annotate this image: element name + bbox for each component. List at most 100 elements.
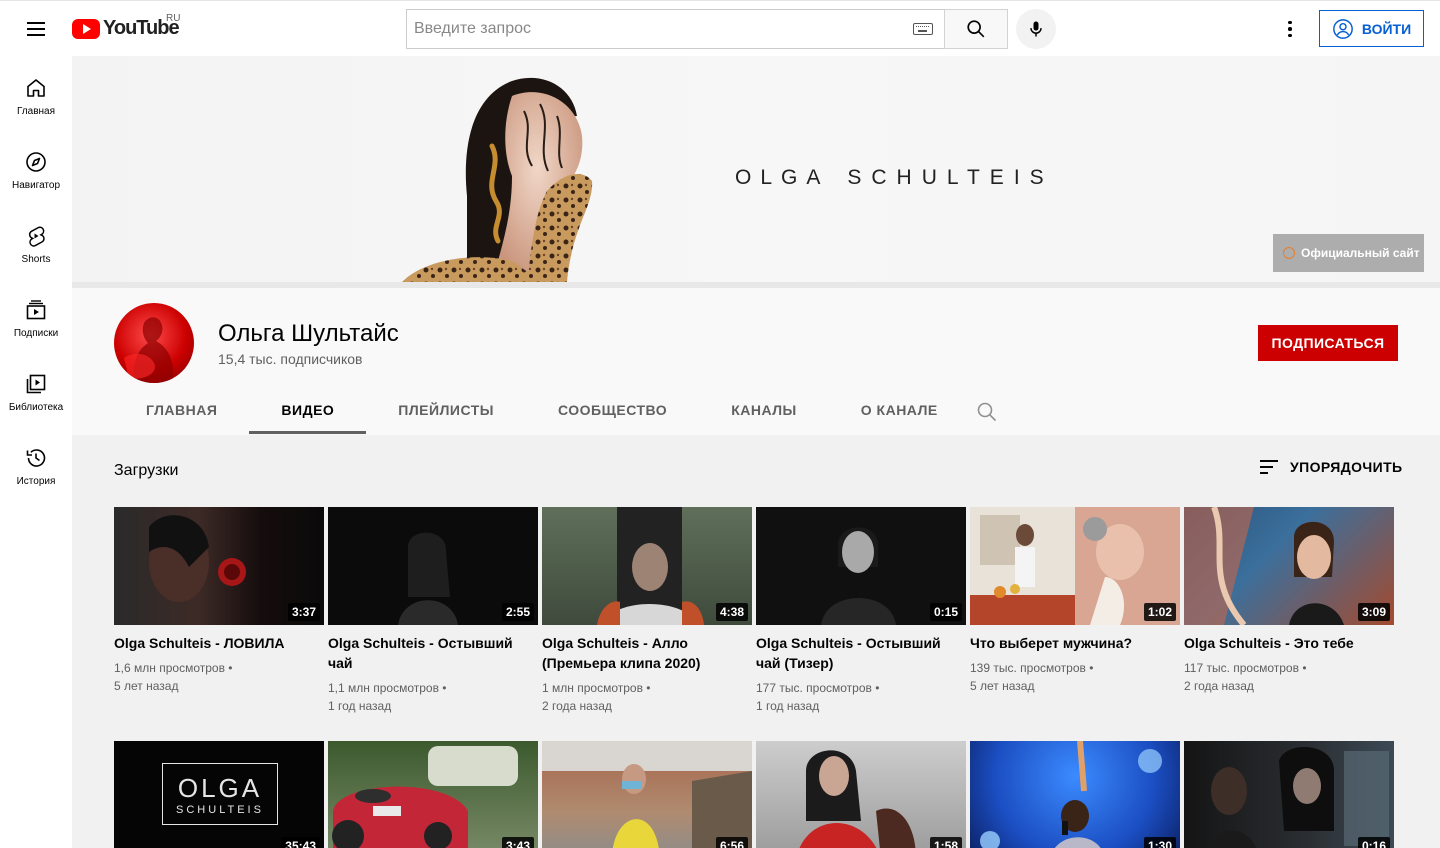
sidebar-item-history[interactable]: История xyxy=(0,426,72,500)
section-title: Загрузки xyxy=(114,462,179,479)
tab-videos[interactable]: ВИДЕО xyxy=(249,386,367,434)
video-duration: 1:58 xyxy=(929,837,962,848)
video-age: 1 год назад xyxy=(328,699,392,713)
settings-more-icon[interactable] xyxy=(1278,17,1302,41)
banner-title: OLGA SCHULTEIS xyxy=(735,166,1054,190)
video-views: 177 тыс. просмотров xyxy=(756,681,872,695)
sidebar-item-home[interactable]: Главная xyxy=(0,56,72,130)
video-card[interactable]: 6:56 xyxy=(542,741,752,848)
video-card[interactable]: 4:38 Olga Schulteis - Алло (Премьера кли… xyxy=(542,507,752,715)
video-thumbnail[interactable]: OLGA SCHULTEIS 35:43 xyxy=(114,741,324,848)
video-thumbnail[interactable]: 6:56 xyxy=(542,741,752,848)
sidebar-item-library[interactable]: Библиотека xyxy=(0,352,72,426)
video-card[interactable]: 0:15 Olga Schulteis - Остывший чай (Тизе… xyxy=(756,507,966,715)
video-age: 1 год назад xyxy=(756,699,820,713)
channel-tabs: ГЛАВНАЯ ВИДЕО ПЛЕЙЛИСТЫ СООБЩЕСТВО КАНАЛ… xyxy=(114,386,970,434)
hamburger-menu-icon[interactable] xyxy=(24,19,48,39)
mini-guide-sidebar: Главная Навигатор Shorts Подписки Библио… xyxy=(0,56,72,848)
thumbnail-logo-text: OLGA xyxy=(177,772,263,803)
tab-community[interactable]: СООБЩЕСТВО xyxy=(526,386,699,434)
video-meta: 177 тыс. просмотров • 1 год назад xyxy=(756,681,880,713)
video-views: 1,1 млн просмотров xyxy=(328,681,439,695)
video-card[interactable]: 3:37 Olga Schulteis - ЛОВИЛА 1,6 млн про… xyxy=(114,507,324,695)
sidebar-item-subscriptions[interactable]: Подписки xyxy=(0,278,72,352)
tab-channels[interactable]: КАНАЛЫ xyxy=(699,386,829,434)
history-icon xyxy=(26,449,46,467)
video-card[interactable]: 1:02 Что выберет мужчина? 139 тыс. просм… xyxy=(970,507,1180,695)
video-duration: 0:16 xyxy=(1357,837,1390,848)
voice-search-button[interactable] xyxy=(1016,9,1056,49)
video-thumbnail[interactable]: 1:58 xyxy=(756,741,966,848)
video-duration: 1:30 xyxy=(1143,837,1176,848)
sidebar-item-shorts[interactable]: Shorts xyxy=(0,204,72,278)
video-thumbnail[interactable]: 4:38 xyxy=(542,507,752,625)
sort-button[interactable]: УПОРЯДОЧИТЬ xyxy=(1260,459,1403,475)
video-thumbnail[interactable]: 0:16 xyxy=(1184,741,1394,848)
video-title[interactable]: Olga Schulteis - Остывший чай xyxy=(328,633,538,673)
video-duration: 3:37 xyxy=(287,603,320,621)
video-duration: 3:43 xyxy=(501,837,534,848)
channel-name: Ольга Шультайс xyxy=(218,320,399,347)
sign-in-button[interactable]: ВОЙТИ xyxy=(1319,10,1424,47)
video-thumbnail[interactable]: 0:15 xyxy=(756,507,966,625)
video-age: 5 лет назад xyxy=(114,679,179,693)
video-thumbnail[interactable]: 3:09 xyxy=(1184,507,1394,625)
video-age: 2 года назад xyxy=(1184,679,1254,693)
video-meta: 139 тыс. просмотров • 5 лет назад xyxy=(970,661,1094,693)
official-site-link[interactable]: Официальный сайт xyxy=(1273,234,1424,272)
video-thumbnail[interactable]: 3:37 xyxy=(114,507,324,625)
video-thumbnail[interactable]: 1:30 xyxy=(970,741,1180,848)
compass-icon xyxy=(26,152,46,172)
video-card[interactable]: 3:09 Olga Schulteis - Это тебе 117 тыс. … xyxy=(1184,507,1394,695)
sidebar-item-explore[interactable]: Навигатор xyxy=(0,130,72,204)
thumbnail-image xyxy=(980,741,1162,848)
thumbnail-image xyxy=(542,741,752,848)
tab-home[interactable]: ГЛАВНАЯ xyxy=(114,386,249,434)
video-views: 1 млн просмотров xyxy=(542,681,643,695)
video-card[interactable]: 3:43 xyxy=(328,741,538,848)
youtube-play-icon xyxy=(72,18,100,39)
video-title[interactable]: Olga Schulteis - Остывший чай (Тизер) xyxy=(756,633,966,673)
top-bar: YouTube RU ВОЙТИ xyxy=(0,0,1440,56)
sort-label: УПОРЯДОЧИТЬ xyxy=(1290,459,1403,475)
search-box xyxy=(406,9,945,49)
video-card[interactable]: 2:55 Olga Schulteis - Остывший чай 1,1 м… xyxy=(328,507,538,715)
video-views: 139 тыс. просмотров xyxy=(970,661,1086,675)
video-title[interactable]: Olga Schulteis - Алло (Премьера клипа 20… xyxy=(542,633,752,673)
thumbnail-image xyxy=(1207,747,1389,848)
video-title[interactable]: Olga Schulteis - Это тебе xyxy=(1184,633,1394,653)
tab-playlists[interactable]: ПЛЕЙЛИСТЫ xyxy=(366,386,526,434)
video-duration: 1:02 xyxy=(1143,603,1176,621)
search-input[interactable] xyxy=(407,10,913,48)
channel-header: Ольга Шультайс 15,4 тыс. подписчиков ПОД… xyxy=(72,288,1440,435)
video-title[interactable]: Olga Schulteis - ЛОВИЛА xyxy=(114,633,324,653)
video-title[interactable]: Что выберет мужчина? xyxy=(970,633,1180,653)
tab-about[interactable]: О КАНАЛЕ xyxy=(829,386,970,434)
video-duration: 35:43 xyxy=(281,837,320,848)
video-card[interactable]: 1:30 xyxy=(970,741,1180,848)
subscribe-button[interactable]: ПОДПИСАТЬСЯ xyxy=(1258,325,1398,361)
sign-in-label: ВОЙТИ xyxy=(1361,20,1412,37)
region-code: RU xyxy=(166,13,181,24)
video-duration: 0:15 xyxy=(929,603,962,621)
sidebar-item-label: Подписки xyxy=(13,328,59,339)
sidebar-item-label: Навигатор xyxy=(11,180,61,191)
search-button[interactable] xyxy=(944,9,1008,49)
microphone-icon xyxy=(1030,21,1042,37)
youtube-logo[interactable]: YouTube RU xyxy=(72,13,180,40)
channel-avatar[interactable] xyxy=(114,303,194,383)
video-thumbnail[interactable]: 1:02 xyxy=(970,507,1180,625)
banner-title-last: SCHULTEIS xyxy=(847,166,1054,189)
video-card[interactable]: OLGA SCHULTEIS 35:43 xyxy=(114,741,324,848)
video-card[interactable]: 0:16 xyxy=(1184,741,1394,848)
video-views: 1,6 млн просмотров xyxy=(114,661,225,675)
subscriber-count: 15,4 тыс. подписчиков xyxy=(218,351,363,367)
keyboard-icon[interactable] xyxy=(913,23,933,35)
banner-title-first: OLGA xyxy=(735,166,830,189)
video-thumbnail[interactable]: 2:55 xyxy=(328,507,538,625)
channel-search-icon[interactable] xyxy=(975,400,999,424)
video-thumbnail[interactable]: 3:43 xyxy=(328,741,538,848)
channel-banner: OLGA SCHULTEIS Официальный сайт xyxy=(72,56,1440,282)
video-card[interactable]: 1:58 xyxy=(756,741,966,848)
video-age: 2 года назад xyxy=(542,699,612,713)
